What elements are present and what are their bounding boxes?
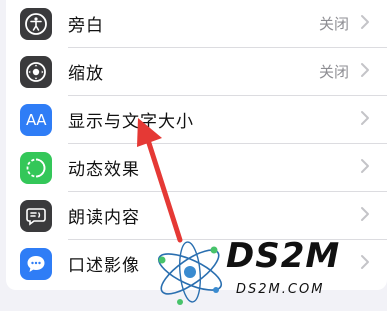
watermark-main-text: DS2M <box>226 236 341 276</box>
text-size-aa-icon: AA <box>20 104 52 136</box>
settings-row-display-text-size[interactable]: AA 显示与文字大小 <box>6 96 387 144</box>
settings-row-voiceover[interactable]: 旁白 关闭 <box>6 0 387 48</box>
chevron-right-icon <box>361 63 369 77</box>
watermark-sub-text: DS2M.COM <box>236 282 325 297</box>
settings-row-label: 缩放 <box>68 64 104 84</box>
settings-row-label: 旁白 <box>68 16 104 36</box>
settings-row-label: 口述影像 <box>68 256 140 276</box>
chevron-right-icon <box>361 15 369 29</box>
settings-row-label: 朗读内容 <box>68 208 140 228</box>
chevron-right-icon <box>361 111 369 125</box>
accessibility-person-icon <box>20 8 52 40</box>
settings-row-label: 显示与文字大小 <box>68 112 194 132</box>
settings-row-value: 关闭 <box>318 63 349 81</box>
chevron-right-icon <box>361 159 369 173</box>
chevron-right-icon <box>361 207 369 221</box>
zoom-circle-icon <box>20 56 52 88</box>
audio-description-icon <box>20 248 52 280</box>
settings-row-motion[interactable]: 动态效果 <box>6 144 387 192</box>
settings-row-value: 关闭 <box>318 15 349 33</box>
settings-row-label: 动态效果 <box>68 160 140 180</box>
motion-circle-icon <box>20 152 52 184</box>
settings-row-zoom[interactable]: 缩放 关闭 <box>6 48 387 96</box>
aa-glyph: AA <box>26 111 46 129</box>
atom-logo-icon <box>157 241 223 305</box>
watermark: DS2M DS2M.COM <box>150 232 387 311</box>
speech-bubble-icon <box>20 200 52 232</box>
